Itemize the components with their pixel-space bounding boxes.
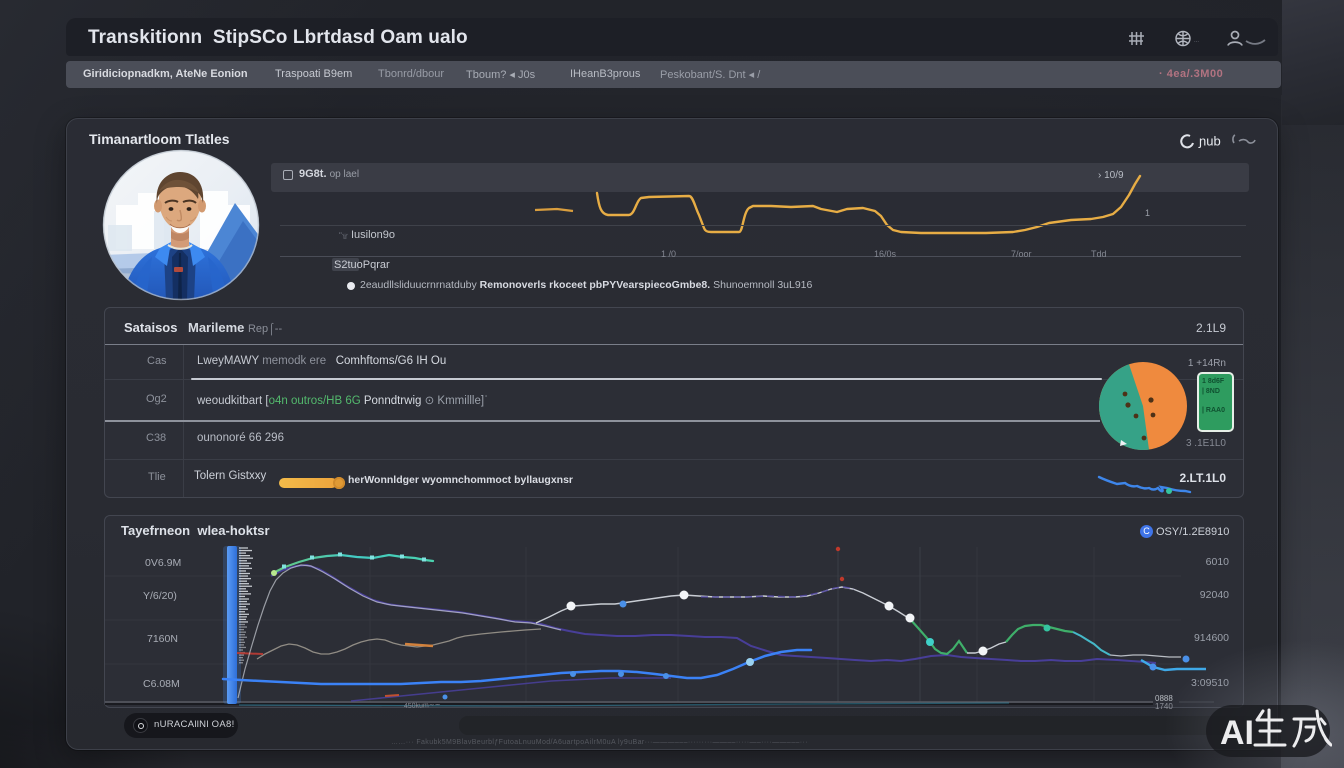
svg-text:ɲub: ɲub — [1198, 134, 1221, 149]
svg-text:...: ... — [1194, 38, 1199, 44]
svg-text:450kum∼∼: 450kum∼∼ — [404, 702, 441, 710]
